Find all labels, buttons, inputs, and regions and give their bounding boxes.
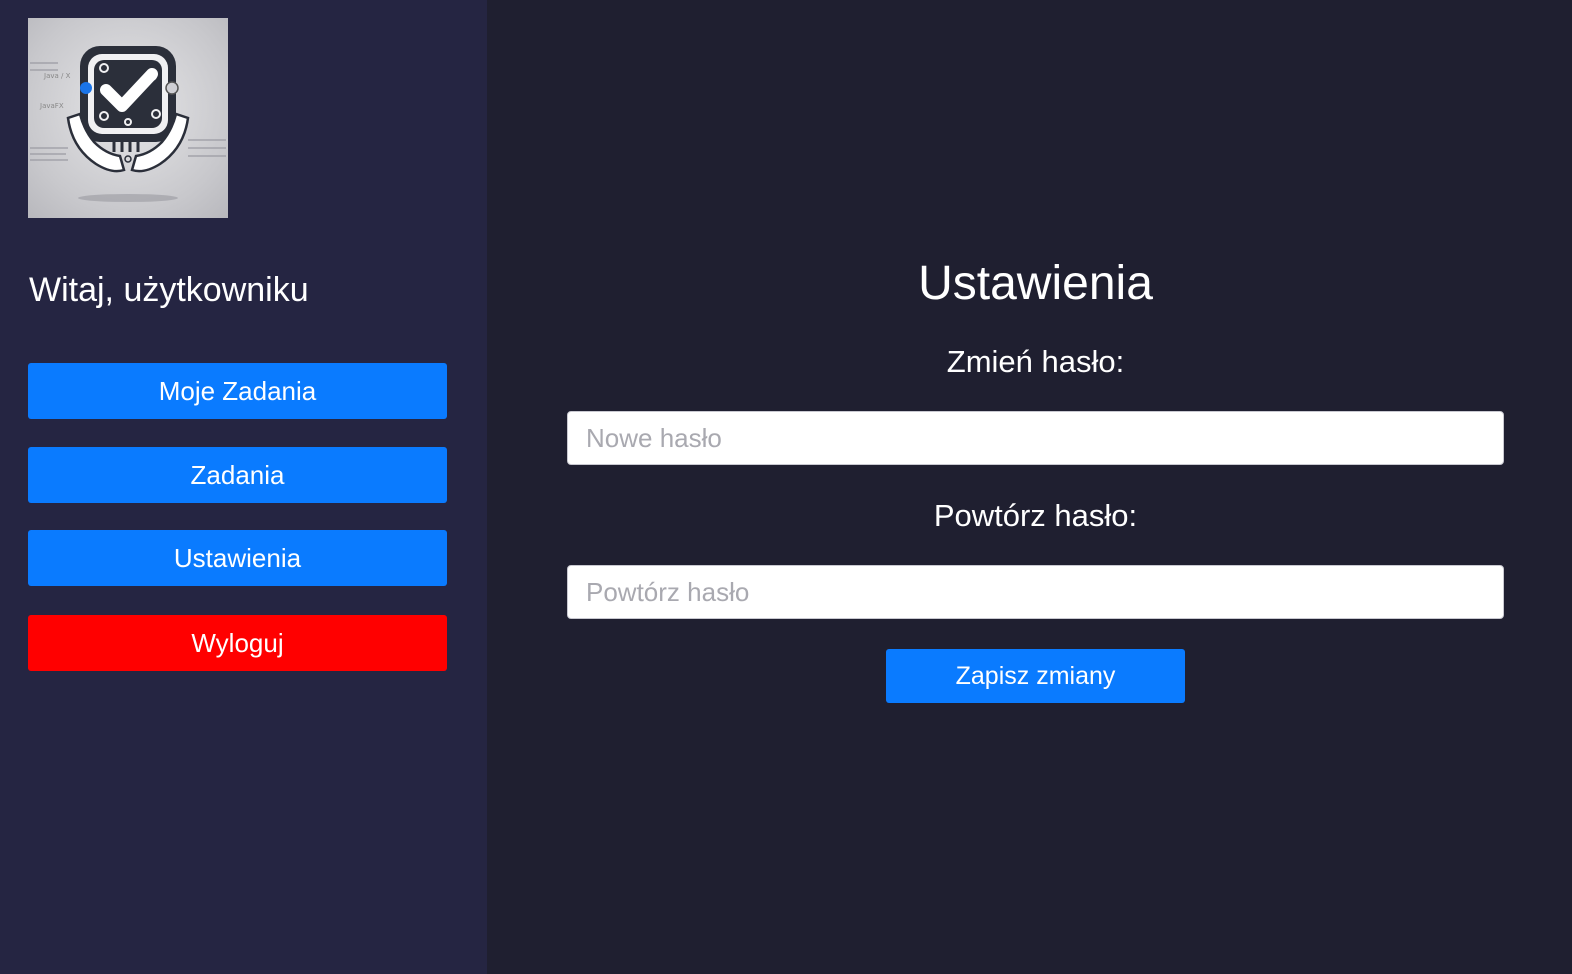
page-title: Ustawienia xyxy=(918,257,1153,310)
app-logo: Java / X JavaFX xyxy=(28,18,228,218)
save-changes-button[interactable]: Zapisz zmiany xyxy=(886,649,1185,703)
svg-text:Java / X: Java / X xyxy=(43,72,71,80)
my-tasks-button[interactable]: Moje Zadania xyxy=(28,363,447,419)
change-password-label: Zmień hasło: xyxy=(946,344,1125,379)
svg-text:JavaFX: JavaFX xyxy=(39,102,64,110)
repeat-password-label: Powtórz hasło: xyxy=(933,498,1138,533)
logout-button[interactable]: Wyloguj xyxy=(28,615,447,671)
settings-button[interactable]: Ustawienia xyxy=(28,530,447,586)
tasks-button[interactable]: Zadania xyxy=(28,447,447,503)
welcome-text: Witaj, użytkowniku xyxy=(29,271,309,309)
new-password-field[interactable] xyxy=(567,411,1504,465)
settings-panel: Ustawienia Zmień hasło: Powtórz hasło: Z… xyxy=(487,0,1572,974)
repeat-password-field[interactable] xyxy=(567,565,1504,619)
circuit-checkmark-hands-logo-icon: Java / X JavaFX xyxy=(30,46,226,202)
sidebar: Java / X JavaFX Witaj, użytkowniku Moje … xyxy=(0,0,487,974)
